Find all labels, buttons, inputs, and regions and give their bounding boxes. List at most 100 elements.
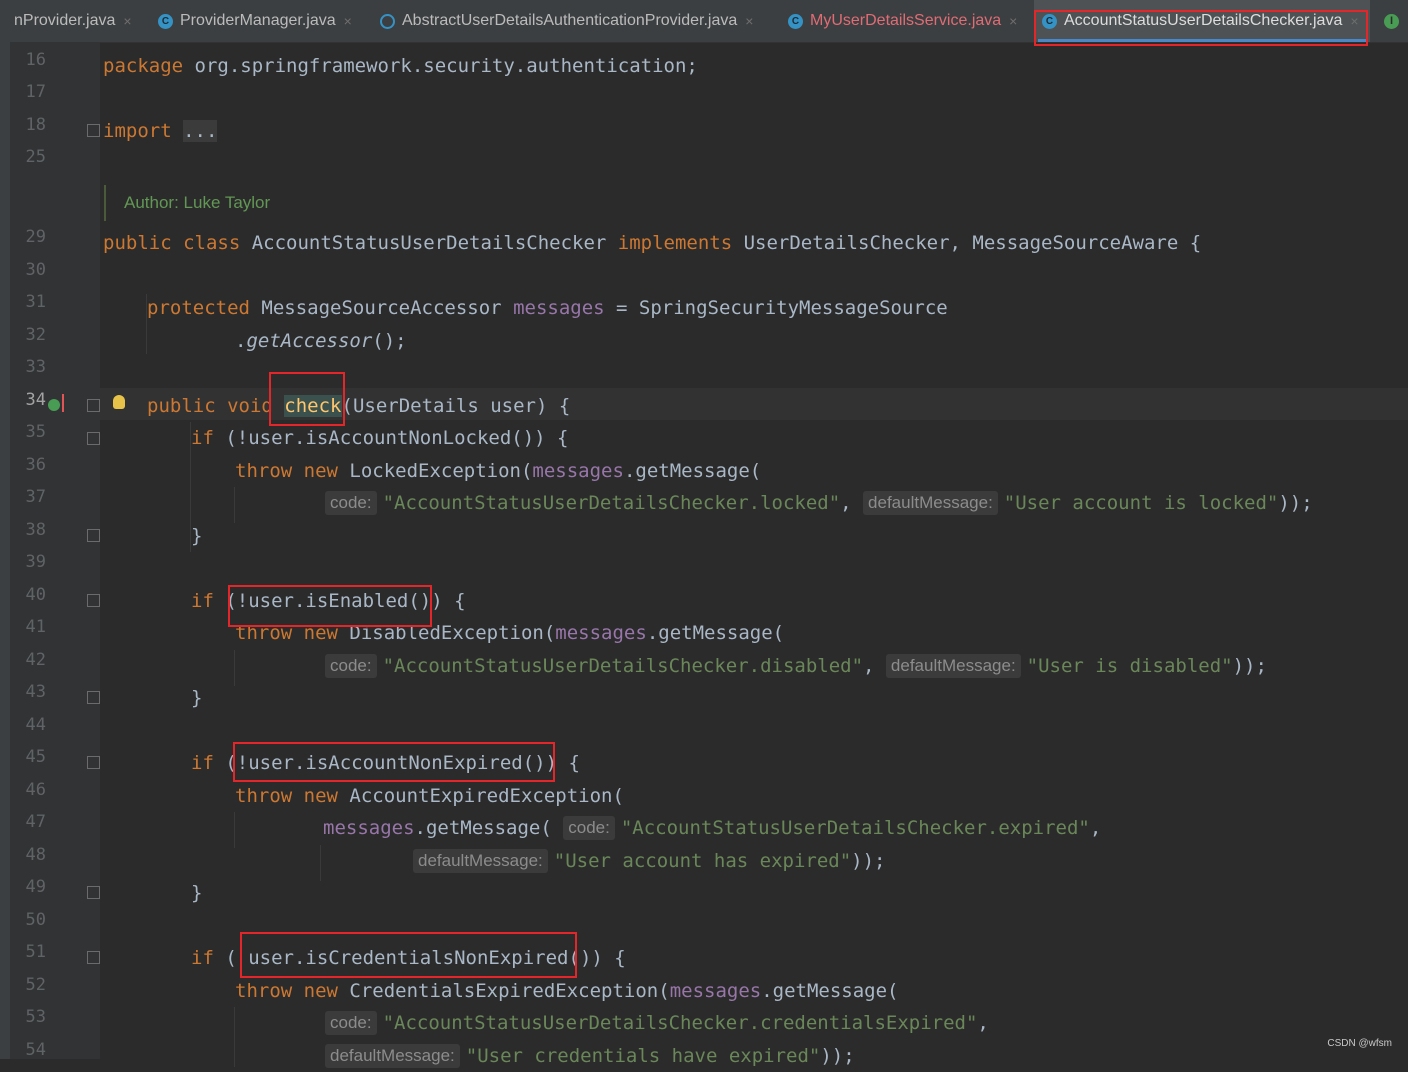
line-number: 17: [25, 82, 46, 102]
line-number: 16: [25, 50, 46, 70]
javadoc-author: Author: Luke Taylor: [104, 185, 270, 221]
code-line-47: messages.getMessage( code: "AccountStatus…: [323, 816, 1102, 840]
code-line-46: throw new AccountExpiredException(: [235, 785, 624, 807]
fold-end-icon[interactable]: [87, 529, 100, 542]
line-number: 30: [25, 260, 46, 280]
indent-guide: [320, 845, 321, 881]
tab-provider-manager[interactable]: C ProviderManager.java ×: [158, 0, 352, 42]
param-hint: defaultMessage:: [863, 491, 998, 515]
code-line-45: if (!user.isAccountNonExpired()) {: [191, 752, 580, 774]
line-number: 52: [25, 975, 46, 995]
close-icon[interactable]: ×: [745, 13, 753, 29]
line-number: 50: [25, 910, 46, 930]
expand-fold-icon[interactable]: [87, 124, 100, 137]
indent-guide: [234, 1007, 235, 1067]
collapse-fold-icon[interactable]: [87, 951, 100, 964]
param-hint: defaultMessage:: [325, 1044, 460, 1068]
line-number: 38: [25, 520, 46, 540]
line-number: 51: [25, 942, 46, 962]
close-icon[interactable]: ×: [1009, 13, 1017, 29]
code-line-34: public void check(UserDetails user) {: [147, 395, 571, 417]
line-number: 49: [25, 877, 46, 897]
line-number: 25: [25, 147, 46, 167]
code-line-32: .getAccessor();: [235, 330, 407, 352]
close-icon[interactable]: ×: [123, 13, 131, 29]
param-hint: defaultMessage:: [413, 849, 548, 873]
code-line-16: package org.springframework.security.aut…: [103, 55, 698, 77]
folded-imports[interactable]: ...: [183, 120, 218, 142]
method-name-check[interactable]: check: [284, 395, 342, 417]
code-line-38: }: [191, 525, 203, 547]
fold-end-icon[interactable]: [87, 691, 100, 704]
param-hint: code:: [325, 654, 377, 678]
line-number-current: 34: [25, 390, 46, 410]
tab-label: AbstractUserDetailsAuthenticationProvide…: [402, 12, 738, 29]
line-number: 46: [25, 780, 46, 800]
tab-my-user-details-service[interactable]: C MyUserDetailsService.java ×: [788, 0, 1017, 42]
code-line-51: if ( user.isCredentialsNonExpired()) {: [191, 947, 626, 969]
tab-label: MyUserDetailsService.java: [810, 12, 1002, 29]
collapse-fold-icon[interactable]: [87, 594, 100, 607]
line-number: 45: [25, 747, 46, 767]
line-number: 18: [25, 115, 46, 135]
code-line-49: }: [191, 882, 203, 904]
code-line-31: protected MessageSourceAccessor messages…: [147, 297, 948, 319]
code-line-43: }: [191, 687, 203, 709]
code-line-54: defaultMessage: "User credentials have ex…: [325, 1040, 855, 1072]
line-number: 32: [25, 325, 46, 345]
code-line-40: if (!user.isEnabled()) {: [191, 590, 466, 612]
collapse-fold-icon[interactable]: [87, 432, 100, 445]
collapse-fold-icon[interactable]: [87, 399, 100, 412]
tab-account-status-checker[interactable]: C AccountStatusUserDetailsChecker.java ×: [1034, 0, 1370, 42]
line-number: 42: [25, 650, 46, 670]
line-number: 44: [25, 715, 46, 735]
code-line-18: import ...: [103, 120, 218, 142]
indent-guide: [234, 650, 235, 686]
line-number: 53: [25, 1007, 46, 1027]
line-number: 35: [25, 422, 46, 442]
fold-end-icon[interactable]: [87, 886, 100, 899]
tab-label: nProvider.java: [14, 12, 116, 29]
indent-guide: [234, 812, 235, 848]
tab-abstract-provider[interactable]: AbstractUserDetailsAuthenticationProvide…: [380, 0, 753, 42]
line-number-gutter: 16 17 18 25 29 30 31 32 33 34 35 36 37 3…: [10, 42, 100, 1060]
line-number: 48: [25, 845, 46, 865]
line-number: 31: [25, 292, 46, 312]
watermark: CSDN @wfsm: [1327, 1038, 1392, 1049]
close-icon[interactable]: ×: [344, 13, 352, 29]
abstract-class-icon: [380, 13, 395, 29]
param-hint: code:: [563, 816, 615, 840]
code-line-48: defaultMessage: "User account has expired…: [413, 845, 886, 877]
override-arrow-icon[interactable]: [62, 394, 64, 412]
line-number: 36: [25, 455, 46, 475]
code-line-29: public class AccountStatusUserDetailsChe…: [103, 232, 1202, 254]
code-line-42: code: "AccountStatusUserDetailsChecker.di…: [325, 650, 1267, 682]
code-line-41: throw new DisabledException(messages.get…: [235, 622, 785, 644]
code-line-36: throw new LockedException(messages.getMe…: [235, 460, 762, 482]
code-line-37: code: "AccountStatusUserDetailsChecker.lo…: [325, 487, 1313, 519]
class-icon: C: [788, 13, 803, 29]
inspection-icon[interactable]: I: [1384, 0, 1399, 42]
side-tool-strip[interactable]: [0, 42, 10, 1059]
tab-label: AccountStatusUserDetailsChecker.java: [1064, 12, 1343, 29]
lightbulb-icon[interactable]: [113, 395, 125, 409]
line-number: 39: [25, 552, 46, 572]
line-number: 54: [25, 1040, 46, 1060]
code-line-35: if (!user.isAccountNonLocked()) {: [191, 427, 569, 449]
line-number: 40: [25, 585, 46, 605]
implementation-marker-icon[interactable]: [48, 399, 60, 411]
line-number: 29: [25, 227, 46, 247]
line-number: 37: [25, 487, 46, 507]
line-number: 41: [25, 617, 46, 637]
line-number: 47: [25, 812, 46, 832]
tab-provider[interactable]: nProvider.java ×: [0, 0, 150, 42]
code-editor[interactable]: package org.springframework.security.aut…: [100, 42, 1408, 1068]
param-hint: code:: [325, 491, 377, 515]
close-icon[interactable]: ×: [1350, 13, 1358, 29]
class-icon: C: [1042, 13, 1057, 29]
param-hint: defaultMessage:: [885, 654, 1021, 678]
indent-guide: [234, 487, 235, 523]
editor-tab-bar: nProvider.java × C ProviderManager.java …: [0, 0, 1408, 43]
collapse-fold-icon[interactable]: [87, 756, 100, 769]
tab-label: ProviderManager.java: [180, 12, 336, 29]
